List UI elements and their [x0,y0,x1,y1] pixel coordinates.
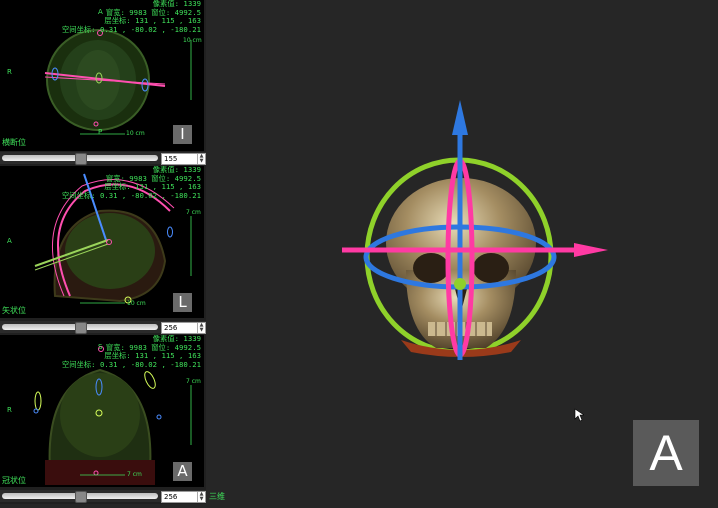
axial-slice-spinbox[interactable]: 155 ▲ ▼ [161,153,206,165]
coronal-side-top: S [98,343,103,351]
sagittal-scale-bottom: 10 cm [127,300,146,307]
axial-side-top: A [98,8,103,16]
coronal-slice-slider[interactable]: 256 ▲ ▼ [0,490,206,503]
axial-viewport[interactable]: 像素值: 1339 窗宽: 9983 窗位: 4992.5 层坐标: 131 , 1… [0,0,204,151]
spin-arrows-icon[interactable]: ▲ ▼ [197,492,205,502]
axial-side-bottom: P [98,128,103,136]
spin-arrows-icon[interactable]: ▲ ▼ [197,154,205,164]
spin-arrows-icon[interactable]: ▲ ▼ [197,323,205,333]
coronal-orientation-badge: A [173,462,192,481]
sagittal-plane-label: 矢状位 [2,306,26,315]
blue-arrow-icon [452,100,468,135]
views-panel: 像素值: 1339 窗宽: 9983 窗位: 4992.5 层坐标: 131 , 1… [0,0,206,504]
axial-orientation-badge: I [173,125,192,144]
sagittal-side-left: A [7,237,12,245]
coronal-info: 像素值: 1339 窗宽: 9983 窗位: 4992.5 层坐标: 131 , 1… [61,335,201,369]
coronal-viewport[interactable]: 像素值: 1339 窗宽: 9983 窗位: 4992.5 层坐标: 131 , 1… [0,335,204,487]
3d-view-label: 三维 [209,492,225,501]
coronal-slice-spinbox[interactable]: 256 ▲ ▼ [161,491,206,503]
axial-scale-bottom: 10 cm [126,130,145,137]
sagittal-viewport[interactable]: 像素值: 1339 窗宽: 9983 窗位: 4992.5 层坐标: 131 , 1… [0,166,204,318]
coronal-slider-thumb[interactable] [75,491,87,503]
sagittal-info: 像素值: 1339 窗宽: 9983 窗位: 4992.5 层坐标: 131 , 1… [61,166,201,200]
mouse-cursor-icon [574,408,584,422]
axial-slider-thumb[interactable] [75,153,87,165]
axial-info: 像素值: 1339 窗宽: 9983 窗位: 4992.5 层坐标: 131 , 1… [61,0,201,34]
coronal-plane-label: 冠状位 [2,476,26,485]
3d-orientation-badge: A [633,420,699,486]
sagittal-orientation-badge: L [173,293,192,312]
green-center-handle [454,278,466,290]
axial-slice-slider[interactable]: 155 ▲ ▼ [0,152,206,165]
sagittal-scale-right: 7 cm [186,209,201,216]
axial-scale-right: 10 cm [183,37,202,44]
coronal-scale-right: 7 cm [186,378,201,385]
axial-side-left: R [7,68,12,76]
coronal-scale-bottom: 7 cm [127,471,142,478]
sagittal-slice-slider[interactable]: 256 ▲ ▼ [0,321,206,334]
sagittal-slice-spinbox[interactable]: 256 ▲ ▼ [161,322,206,334]
coronal-side-left: R [7,406,12,414]
axial-plane-label: 横断位 [2,138,26,147]
sagittal-slider-thumb[interactable] [75,322,87,334]
pink-arrow-icon [574,243,608,257]
